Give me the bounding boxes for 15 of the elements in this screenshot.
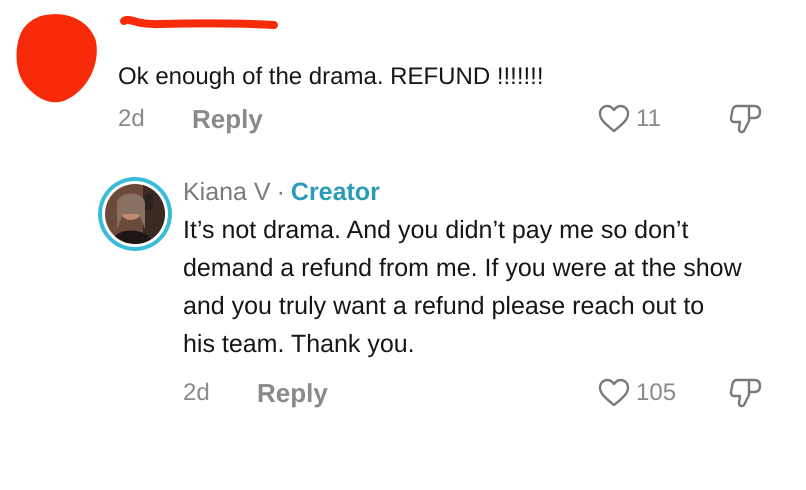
separator-dot: · xyxy=(276,177,285,208)
reply-link[interactable]: Reply xyxy=(257,374,328,412)
creator-label: Creator xyxy=(290,177,380,208)
reply-text: It’s not drama. And you didn’t pay me so don’t demand a refund from me. If you were at the show and you truly want a refund please reach out to his team. Thank you. xyxy=(183,215,743,360)
heart-icon[interactable] xyxy=(598,104,630,134)
thumbs-down-icon[interactable] xyxy=(729,377,763,409)
reply-link[interactable]: Reply xyxy=(192,100,263,138)
author-name[interactable]: Kiana V xyxy=(183,175,271,209)
comment-time: 2d xyxy=(183,378,211,408)
like-count: 105 xyxy=(636,378,676,408)
comment-text: Ok enough of the drama. REFUND !!!!!!! xyxy=(118,62,545,92)
thumbs-down-icon[interactable] xyxy=(729,103,763,135)
heart-icon[interactable] xyxy=(598,378,630,408)
like-count: 11 xyxy=(636,104,661,134)
comment-time: 2d xyxy=(118,104,146,134)
